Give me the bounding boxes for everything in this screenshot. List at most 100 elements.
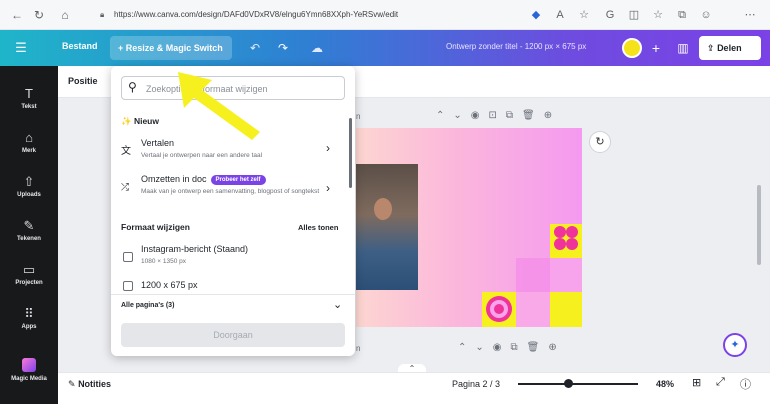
address-bar[interactable]: 🔒︎ https://www.canva.com/design/DAFd0VDxR… bbox=[100, 5, 420, 25]
chevron-down-icon[interactable]: ⌄ bbox=[333, 298, 342, 311]
hide-page-icon[interactable]: ◉ bbox=[493, 342, 511, 353]
yellow-pattern-block[interactable] bbox=[550, 224, 582, 258]
more-menu-icon[interactable]: ⋯ bbox=[742, 7, 758, 23]
reload-icon[interactable]: ↻ bbox=[30, 6, 48, 24]
page-controls-top[interactable]: ⌃⌄◉⊡⧉🗑︎⊕ bbox=[436, 110, 561, 121]
item-description: Maak van je ontwerp een samenvatting, bl… bbox=[141, 188, 320, 195]
cloud-save-icon[interactable]: ☁ bbox=[308, 39, 326, 57]
lock-icon: 🔒︎ bbox=[100, 10, 105, 19]
hamburger-menu-icon[interactable]: ☰ bbox=[12, 39, 30, 57]
refresh-circle-icon[interactable]: G bbox=[602, 7, 618, 23]
page-indicator[interactable]: Pagina 2 / 3 bbox=[452, 379, 500, 389]
zoom-slider-handle[interactable] bbox=[564, 379, 573, 388]
list-item-convert-doc[interactable]: ⤮ Omzetten in doc Probeer het zelf Maak v… bbox=[111, 172, 347, 212]
zoom-slider[interactable] bbox=[518, 383, 638, 385]
profile-icon[interactable]: ☺ bbox=[698, 7, 714, 23]
chevron-right-icon: › bbox=[326, 181, 330, 195]
yellow-target-block[interactable] bbox=[482, 292, 516, 327]
sidebar-item-uploads[interactable]: ⇧ Uploads bbox=[0, 174, 58, 198]
back-icon[interactable]: ← bbox=[8, 6, 26, 24]
pink-square-block[interactable] bbox=[516, 258, 550, 292]
delete-page-icon[interactable]: 🗑︎ bbox=[522, 110, 544, 121]
search-icon: ⚲ bbox=[128, 80, 137, 94]
design-title[interactable]: Ontwerp zonder titel - 1200 px × 675 px bbox=[446, 42, 586, 51]
pink-block-bottom[interactable] bbox=[516, 292, 550, 327]
delete-page-icon[interactable]: 🗑︎ bbox=[527, 342, 549, 353]
format-option-custom[interactable]: 1200 x 675 px bbox=[111, 278, 347, 294]
file-menu[interactable]: Bestand bbox=[62, 41, 98, 51]
resize-magic-switch-button[interactable]: + Resize & Magic Switch bbox=[110, 36, 232, 60]
share-icon: ⇪ bbox=[707, 43, 715, 53]
show-all-link[interactable]: Alles tonen bbox=[298, 223, 338, 232]
read-aloud-icon[interactable]: A bbox=[552, 7, 568, 23]
panel-divider bbox=[111, 294, 355, 295]
notes-button[interactable]: ✎ Notities bbox=[68, 379, 111, 390]
magic-assistant-icon[interactable]: ✦ bbox=[723, 333, 747, 357]
duplicate-page-icon[interactable]: ⧉ bbox=[506, 110, 522, 121]
format-title: 1200 x 675 px bbox=[141, 280, 198, 290]
lock-page-icon[interactable]: ⊡ bbox=[489, 110, 506, 121]
move-up-icon[interactable]: ⌃ bbox=[458, 342, 475, 353]
translate-icon: 文 bbox=[121, 146, 131, 157]
convert-shuffle-icon: ⤮ bbox=[121, 182, 129, 193]
extension-icon[interactable]: ◆ bbox=[528, 7, 544, 23]
favorites-icon[interactable]: ☆ bbox=[650, 7, 666, 23]
add-page-icon[interactable]: ⊕ bbox=[544, 110, 561, 121]
avatar[interactable] bbox=[622, 38, 642, 58]
share-button[interactable]: ⇪ Delen bbox=[699, 36, 761, 60]
panel-scrollbar[interactable] bbox=[349, 118, 352, 188]
help-icon[interactable]: ⓘ bbox=[740, 376, 751, 392]
photo-woman[interactable] bbox=[356, 164, 418, 290]
position-button[interactable]: Positie bbox=[68, 76, 98, 86]
sidebar-item-draw[interactable]: ✎ Tekenen bbox=[0, 218, 58, 242]
duplicate-page-icon[interactable]: ⧉ bbox=[511, 342, 527, 353]
section-title-new: ✨ Nieuw bbox=[121, 116, 159, 126]
move-up-icon[interactable]: ⌃ bbox=[436, 110, 453, 121]
apps-icon: ⠿ bbox=[24, 306, 34, 321]
move-down-icon[interactable]: ⌄ bbox=[453, 110, 470, 121]
grid-view-icon[interactable]: ⊞ bbox=[692, 376, 701, 389]
invite-plus-icon[interactable]: + bbox=[646, 38, 666, 58]
regenerate-icon[interactable]: ↻ bbox=[589, 131, 611, 153]
page-label-3: n bbox=[356, 344, 361, 353]
url-text: https://www.canva.com/design/DAFd0VDxRV8… bbox=[114, 10, 399, 19]
draw-icon: ✎ bbox=[23, 218, 35, 233]
fullscreen-icon[interactable]: ⤢ bbox=[716, 376, 725, 389]
pages-select[interactable]: Alle pagina's (3) bbox=[121, 302, 174, 309]
page-controls-bottom[interactable]: ⌃⌄◉⧉🗑︎⊕ bbox=[458, 342, 566, 353]
insights-chart-icon[interactable]: ▥ bbox=[674, 39, 692, 57]
sidebar-item-brand[interactable]: ⌂ Merk bbox=[0, 130, 58, 154]
sidebar-item-projects[interactable]: ▭ Projecten bbox=[0, 262, 58, 286]
split-screen-icon[interactable]: ◫ bbox=[626, 7, 642, 23]
page-label-2: n bbox=[356, 112, 361, 121]
yellow-block-bottom[interactable] bbox=[550, 292, 582, 327]
redo-icon[interactable]: ↷ bbox=[274, 39, 292, 57]
continue-button[interactable]: Doorgaan bbox=[121, 323, 345, 347]
folder-icon: ▭ bbox=[22, 262, 36, 277]
collections-icon[interactable]: ⧉ bbox=[674, 7, 690, 23]
vertical-scrollbar[interactable] bbox=[757, 185, 761, 265]
add-page-icon[interactable]: ⊕ bbox=[548, 342, 565, 353]
hide-page-icon[interactable]: ◉ bbox=[471, 110, 489, 121]
zoom-level[interactable]: 48% bbox=[656, 379, 674, 389]
format-option-instagram[interactable]: Instagram-bericht (Staand) 1080 × 1350 p… bbox=[111, 242, 347, 272]
move-down-icon[interactable]: ⌄ bbox=[475, 342, 492, 353]
sidebar-item-magic-media[interactable]: Magic Media bbox=[0, 358, 58, 382]
favorite-star-icon[interactable]: ☆ bbox=[576, 7, 592, 23]
home-icon[interactable]: ⌂ bbox=[56, 6, 74, 24]
format-checkbox[interactable] bbox=[123, 281, 133, 291]
text-icon: T bbox=[25, 86, 33, 101]
browser-toolbar: ← ↻ ⌂ 🔒︎ https://www.canva.com/design/DAF… bbox=[0, 0, 770, 30]
light-pink-block[interactable] bbox=[550, 258, 582, 292]
yellow-arrow-annotation bbox=[178, 72, 260, 140]
design-page[interactable] bbox=[356, 128, 582, 327]
item-title: Omzetten in doc bbox=[141, 174, 207, 184]
sidebar-item-apps[interactable]: ⠿ Apps bbox=[0, 306, 58, 330]
format-checkbox[interactable] bbox=[123, 252, 133, 262]
share-label: Delen bbox=[717, 43, 742, 53]
try-it-badge: Probeer het zelf bbox=[210, 174, 266, 185]
sidebar-item-text[interactable]: T Tekst bbox=[0, 86, 58, 110]
undo-icon[interactable]: ↶ bbox=[246, 39, 264, 57]
canva-header: ☰ Bestand + Resize & Magic Switch ↶ ↷ ☁ … bbox=[0, 30, 770, 66]
magic-media-icon bbox=[22, 358, 36, 372]
